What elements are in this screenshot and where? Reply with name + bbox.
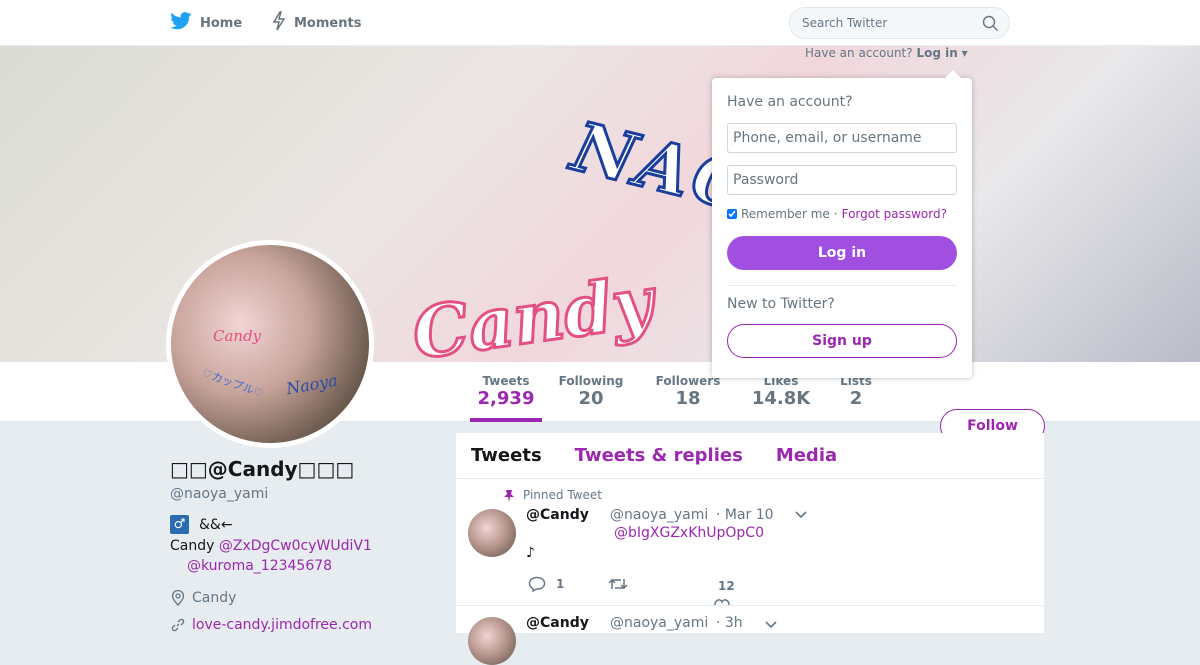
stat-likes[interactable]: Likes 14.8K — [750, 374, 812, 409]
tweet-body: ♪ — [526, 545, 535, 561]
avatar-text-candy: Candy — [213, 327, 262, 345]
stat-following[interactable]: Following 20 — [556, 374, 626, 409]
bio-line-1: ♂ &&← — [170, 515, 233, 534]
stat-label: Tweets — [482, 374, 530, 388]
pin-icon — [503, 489, 515, 502]
nav-home-label: Home — [200, 15, 243, 31]
bio-line-3: @kuroma_12345678 — [187, 558, 332, 574]
login-link[interactable]: Log in — [916, 46, 957, 60]
signup-button[interactable]: Sign up — [727, 324, 957, 358]
password-field[interactable] — [727, 165, 957, 195]
reply-icon — [528, 576, 546, 592]
tweet-mention-link[interactable]: @bIgXGZxKhUpOpC0 — [614, 525, 764, 541]
profile-avatar[interactable]: Candy Naoya ♡カップル♡ — [166, 240, 374, 448]
tweet-date[interactable]: · 3h — [716, 615, 743, 631]
have-account-text: Have an account? — [805, 46, 913, 60]
location-text: Candy — [192, 590, 237, 606]
profile-url: love-candy.jimdofree.com — [170, 617, 372, 633]
reply-count: 1 — [556, 577, 565, 591]
tab-tweets-replies[interactable]: Tweets & replies — [575, 445, 743, 466]
bio-mention-link[interactable]: @kuroma_12345678 — [187, 558, 332, 574]
male-sign-icon: ♂ — [170, 515, 189, 534]
remember-row: Remember me · Forgot password? — [727, 207, 947, 221]
heart-icon[interactable] — [714, 597, 730, 605]
forgot-password-link[interactable]: Forgot password? — [842, 207, 947, 221]
like-action[interactable]: 12 — [718, 579, 735, 593]
twitter-bird-icon — [170, 12, 192, 34]
chevron-down-icon[interactable] — [764, 619, 778, 633]
pinned-label: Pinned Tweet — [503, 488, 602, 502]
tweet-author-handle[interactable]: @naoya_yami — [610, 615, 708, 631]
tweet-author-name[interactable]: @Candy — [526, 615, 589, 631]
profile-location: Candy — [170, 590, 236, 606]
have-account-row: Have an account? Log in ▾ — [805, 46, 968, 60]
nav-moments-label: Moments — [294, 15, 362, 31]
bio-text-1: &&← — [199, 516, 233, 533]
search-icon[interactable] — [982, 15, 999, 35]
search-placeholder: Search Twitter — [802, 16, 888, 30]
bio-line-2: Candy @ZxDgCw0cyWUdiV1 — [170, 538, 372, 554]
divider — [727, 285, 957, 286]
avatar-text-couple: ♡カップル♡ — [200, 366, 265, 401]
profile-name: □□@Candy□□□ — [170, 457, 355, 481]
like-count: 12 — [718, 579, 735, 593]
timeline: Tweets Tweets & replies Media Pinned Twe… — [456, 433, 1044, 665]
caret-down-icon[interactable]: ▾ — [962, 46, 968, 60]
stat-followers[interactable]: Followers 18 — [652, 374, 724, 409]
tab-media[interactable]: Media — [776, 445, 837, 466]
chevron-down-icon[interactable] — [794, 509, 808, 523]
stat-lists[interactable]: Lists 2 — [838, 374, 874, 409]
top-nav: Home Moments Search Twitter — [0, 0, 1200, 46]
stat-value: 18 — [675, 388, 701, 409]
retweet-icon — [608, 576, 628, 592]
bio-text-2: Candy — [170, 538, 219, 554]
link-icon — [170, 617, 186, 633]
bio-mention-link[interactable]: @ZxDgCw0cyWUdiV1 — [219, 538, 372, 554]
new-to-twitter-text: New to Twitter? — [727, 296, 835, 312]
tweet-author-name[interactable]: @Candy — [526, 507, 589, 523]
profile-handle: @naoya_yami — [170, 486, 269, 502]
remember-checkbox[interactable] — [727, 209, 737, 219]
login-dropdown: Have an account? Remember me · Forgot pa… — [712, 70, 972, 378]
timeline-tabs: Tweets Tweets & replies Media — [456, 433, 1044, 479]
login-button[interactable]: Log in — [727, 236, 957, 270]
pinned-text: Pinned Tweet — [523, 488, 602, 502]
nav-home[interactable]: Home — [170, 0, 242, 46]
stat-value: 14.8K — [751, 388, 811, 409]
remember-label: Remember me — [741, 207, 830, 221]
separator-dot: · — [833, 207, 838, 221]
search-input[interactable]: Search Twitter — [789, 7, 1010, 39]
tweet-avatar[interactable] — [468, 509, 516, 557]
location-pin-icon — [170, 590, 186, 606]
stat-tweets[interactable]: Tweets 2,939 — [470, 374, 542, 422]
lightning-icon — [272, 11, 286, 35]
reply-action[interactable]: 1 — [528, 576, 564, 592]
tweet-date[interactable]: · Mar 10 — [716, 507, 774, 523]
retweet-action[interactable] — [608, 576, 638, 592]
stat-label: Following — [558, 374, 624, 388]
avatar-image: Candy Naoya ♡カップル♡ — [171, 245, 369, 443]
profile-url-link[interactable]: love-candy.jimdofree.com — [192, 617, 372, 633]
login-title: Have an account? — [727, 94, 853, 110]
nav-moments[interactable]: Moments — [272, 0, 361, 46]
tweet-avatar[interactable] — [468, 617, 516, 665]
stat-value: 2 — [849, 388, 863, 409]
stat-value: 20 — [578, 388, 604, 409]
banner-text-candy: Candy — [406, 258, 660, 362]
tab-tweets[interactable]: Tweets — [471, 445, 542, 466]
avatar-text-naoya: Naoya — [284, 370, 340, 399]
tweet-author-handle[interactable]: @naoya_yami — [610, 507, 708, 523]
username-field[interactable] — [727, 123, 957, 153]
stat-value: 2,939 — [477, 388, 535, 409]
